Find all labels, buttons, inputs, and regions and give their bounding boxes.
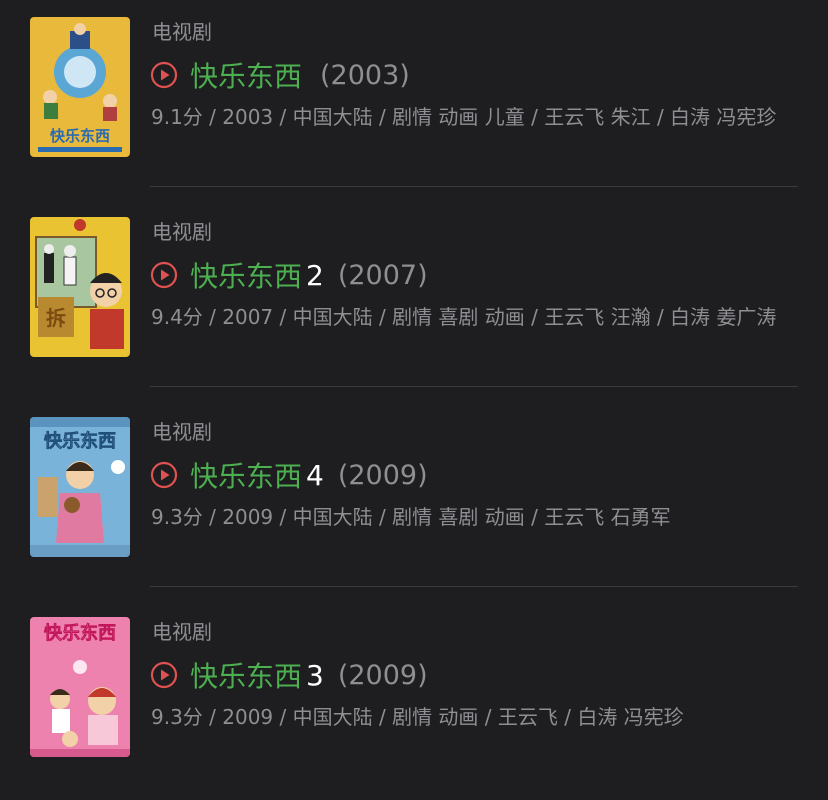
list-item[interactable]: 快乐东西 电视剧 快乐东西 4 (2009) 9.3分 / 2009 / 中国大… <box>0 400 828 600</box>
divider <box>150 386 798 387</box>
release-year: (2009) <box>337 659 428 691</box>
play-icon[interactable] <box>150 461 178 489</box>
title-text[interactable]: 快乐东西 <box>190 455 302 495</box>
list-item[interactable]: 快乐东西 电视剧 快乐东西 3 (2009) 9.3分 / 2009 / 中国大… <box>0 600 828 800</box>
search-result-list: 快乐东西 电视剧 快乐东西 (2003) 9.1分 / 2003 / 中国大陆 … <box>0 0 828 786</box>
meta-info: 9.3分 / 2009 / 中国大陆 / 剧情 喜剧 动画 / 王云飞 石勇军 <box>151 505 671 529</box>
play-icon[interactable] <box>150 261 178 289</box>
category-label: 电视剧 <box>152 220 212 244</box>
poster-artwork: 快乐东西 <box>30 17 130 157</box>
poster-image[interactable]: 快乐东西 <box>30 617 130 757</box>
svg-text:快乐东西: 快乐东西 <box>44 430 116 452</box>
category-label: 电视剧 <box>152 20 212 44</box>
release-year: (2007) <box>337 259 428 291</box>
poster-artwork: 快乐东西 <box>30 417 130 557</box>
category-label: 电视剧 <box>152 620 212 644</box>
title-text[interactable]: 快乐东西 <box>190 655 302 695</box>
meta-info: 9.1分 / 2003 / 中国大陆 / 剧情 动画 儿童 / 王云飞 朱江 /… <box>151 105 777 129</box>
list-item[interactable]: 拆 电视剧 快乐东西 2 (2007) 9.4分 / 2007 / 中国大陆 /… <box>0 200 828 400</box>
svg-text:拆: 拆 <box>46 306 66 330</box>
release-year: (2009) <box>337 459 428 491</box>
poster-artwork: 拆 <box>30 217 130 357</box>
poster-image[interactable]: 快乐东西 <box>30 417 130 557</box>
meta-info: 9.3分 / 2009 / 中国大陆 / 剧情 动画 / 王云飞 / 白涛 冯宪… <box>151 705 684 729</box>
title-text[interactable]: 快乐东西 <box>190 55 302 95</box>
season-number: 3 <box>306 658 324 692</box>
title-text[interactable]: 快乐东西 <box>190 255 302 295</box>
play-icon[interactable] <box>150 61 178 89</box>
title-row[interactable]: 快乐东西 4 (2009) <box>150 456 428 494</box>
category-label: 电视剧 <box>152 420 212 444</box>
season-number: 2 <box>306 258 324 292</box>
play-icon[interactable] <box>150 661 178 689</box>
poster-image[interactable]: 拆 <box>30 217 130 357</box>
divider <box>150 586 798 587</box>
svg-text:快乐东西: 快乐东西 <box>44 622 116 644</box>
title-row[interactable]: 快乐东西 (2003) <box>150 56 410 94</box>
title-row[interactable]: 快乐东西 3 (2009) <box>150 656 428 694</box>
poster-artwork: 快乐东西 <box>30 617 130 757</box>
poster-image[interactable]: 快乐东西 <box>30 17 130 157</box>
season-number: 4 <box>306 458 324 492</box>
meta-info: 9.4分 / 2007 / 中国大陆 / 剧情 喜剧 动画 / 王云飞 汪瀚 /… <box>151 305 777 329</box>
divider <box>150 186 798 187</box>
release-year: (2003) <box>320 59 410 91</box>
title-row[interactable]: 快乐东西 2 (2007) <box>150 256 428 294</box>
list-item[interactable]: 快乐东西 电视剧 快乐东西 (2003) 9.1分 / 2003 / 中国大陆 … <box>0 0 828 200</box>
svg-text:快乐东西: 快乐东西 <box>50 127 110 145</box>
